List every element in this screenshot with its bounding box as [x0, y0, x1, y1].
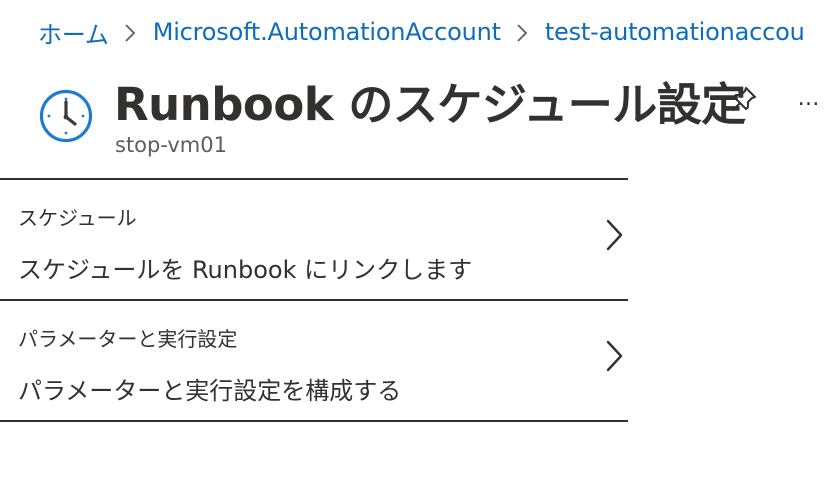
pin-icon — [732, 87, 756, 111]
setting-row-schedule[interactable]: スケジュール スケジュールを Runbook にリンクします — [0, 178, 628, 299]
breadcrumb-automation-account-type[interactable]: Microsoft.AutomationAccount — [153, 18, 501, 46]
breadcrumb: ホーム Microsoft.AutomationAccount test-aut… — [38, 14, 805, 50]
setting-label: スケジュール — [18, 206, 137, 230]
settings-list: スケジュール スケジュールを Runbook にリンクします パラメーターと実行… — [0, 178, 628, 422]
page-title: Runbook のスケジュール設定 — [114, 78, 746, 131]
setting-label: パラメーターと実行設定 — [18, 327, 238, 351]
more-options-button[interactable]: … — [792, 82, 826, 116]
clock-icon — [38, 88, 94, 144]
setting-row-parameters[interactable]: パラメーターと実行設定 パラメーターと実行設定を構成する — [0, 299, 628, 422]
more-icon: … — [797, 86, 821, 111]
chevron-right-icon — [109, 14, 153, 50]
pin-button[interactable] — [727, 82, 761, 116]
setting-value: パラメーターと実行設定を構成する — [18, 377, 402, 405]
chevron-right-icon — [501, 14, 545, 50]
chevron-right-icon — [602, 218, 626, 252]
breadcrumb-automation-account[interactable]: test-automationaccou — [545, 18, 805, 46]
setting-value: スケジュールを Runbook にリンクします — [18, 256, 473, 284]
chevron-right-icon — [602, 339, 626, 373]
breadcrumb-home[interactable]: ホーム — [38, 15, 109, 50]
page-subtitle: stop-vm01 — [115, 133, 227, 157]
